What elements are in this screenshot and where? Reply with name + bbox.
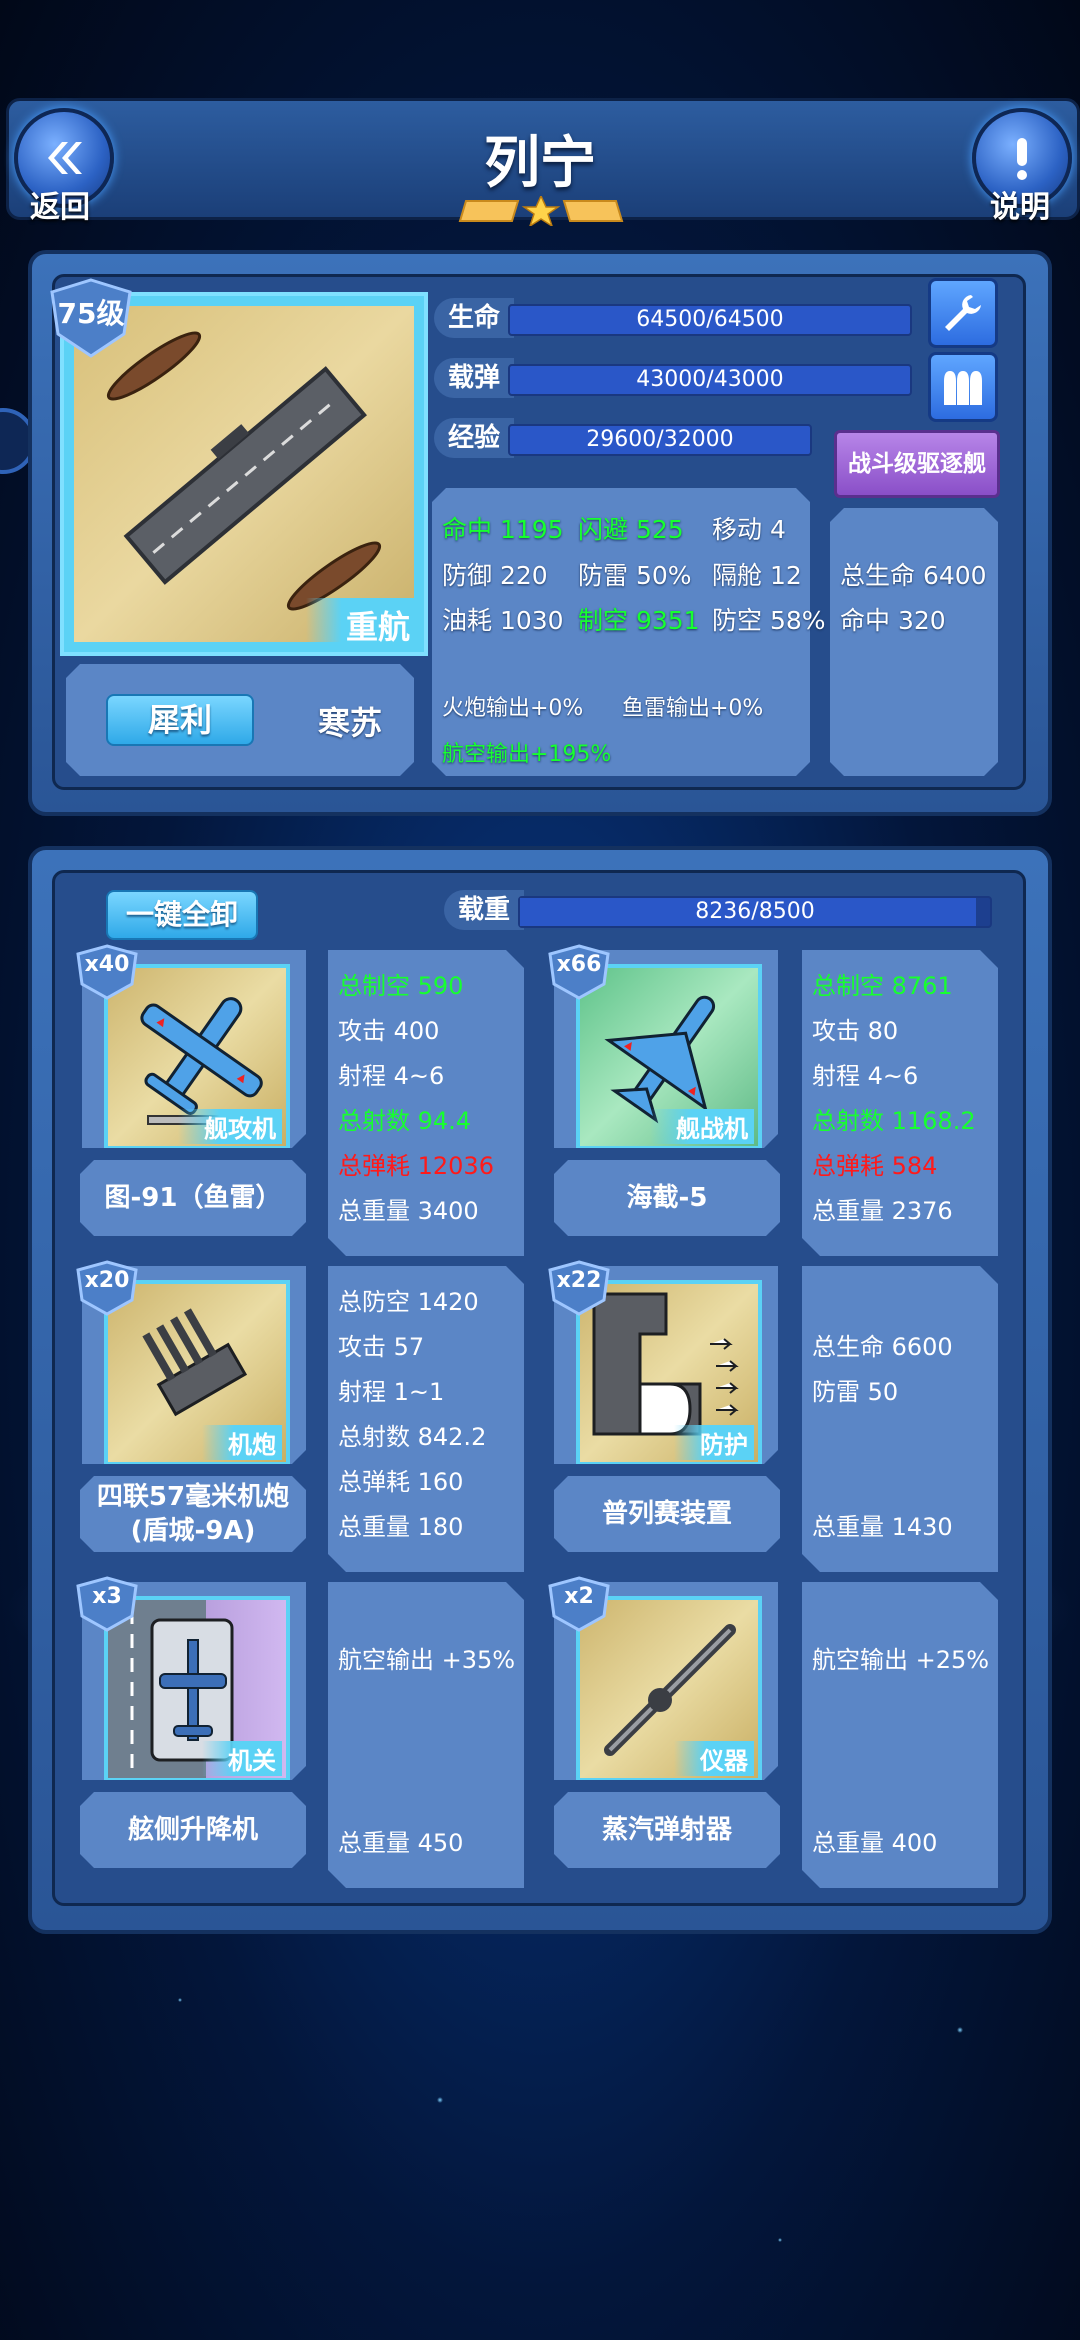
equip-1-name[interactable]: 图-91（鱼雷） <box>80 1160 306 1236</box>
name-option-active[interactable]: 犀利 <box>106 694 254 746</box>
equip-5-stat-2: 总重量 450 <box>338 1829 464 1857</box>
ship-type-tag: 重航 <box>305 598 424 652</box>
equip-2-stat-4: 总射数 1168.2 <box>812 1107 976 1135</box>
class-stat-accuracy: 命中 320 <box>840 606 946 635</box>
equip-2-stat-3: 射程 4~6 <box>812 1062 919 1090</box>
ammo-bar: 43000/43000 <box>508 364 912 396</box>
equip-6-count-badge: x2 <box>548 1576 610 1632</box>
hp-bar: 64500/64500 <box>508 304 912 336</box>
equip-3-stat-5: 总弹耗 160 <box>338 1468 464 1496</box>
equip-6-stat-2: 总重量 400 <box>812 1829 938 1857</box>
exp-row: 经验 29600/32000 <box>434 418 814 458</box>
attr-fuel: 油耗 1030 <box>442 606 564 635</box>
attr-air-control: 制空 9351 <box>578 606 700 635</box>
bonus-gun: 火炮输出+0% <box>442 696 584 721</box>
exp-bar: 29600/32000 <box>508 424 812 456</box>
equip-5-count-badge: x3 <box>76 1576 138 1632</box>
equip-3-count: x20 <box>84 1268 130 1293</box>
equip-2-stat-5: 总弹耗 584 <box>812 1152 938 1180</box>
equip-1-count-badge: x40 <box>76 944 138 1000</box>
equip-2-stat-6: 总重量 2376 <box>812 1197 953 1225</box>
equip-5-name[interactable]: 舷侧升降机 <box>80 1792 306 1868</box>
attr-anti-air: 防空 58% <box>712 606 826 635</box>
level-badge: 75级 <box>48 278 134 358</box>
load-value: 8236/8500 <box>695 899 815 924</box>
equip-3-tag: 机炮 <box>202 1425 282 1460</box>
ammo-icon <box>944 371 982 405</box>
equip-6-stat-1: 航空输出 +25% <box>812 1646 990 1674</box>
equip-4-stat-2: 防雷 50 <box>812 1378 899 1406</box>
equip-1-count: x40 <box>84 952 130 977</box>
class-button[interactable]: 战斗级驱逐舰 <box>834 430 1000 498</box>
equip-1-stat-5: 总弹耗 12036 <box>338 1152 494 1180</box>
load-bar: 8236/8500 <box>518 896 992 928</box>
equip-3-count-badge: x20 <box>76 1260 138 1316</box>
equip-2-tag: 舰战机 <box>650 1109 754 1144</box>
equip-3-stat-2: 攻击 57 <box>338 1333 425 1361</box>
level-text: 75级 <box>57 297 125 330</box>
page-title: 列宁 <box>484 131 596 196</box>
equip-5-stats: 航空输出 +35% 总重量 450 <box>328 1582 524 1888</box>
equip-5-count: x3 <box>92 1584 122 1609</box>
equip-1-stat-6: 总重量 3400 <box>338 1197 479 1225</box>
attr-evasion: 闪避 525 <box>578 515 684 544</box>
exp-label: 经验 <box>434 418 514 458</box>
unload-all-button[interactable]: 一键全卸 <box>106 890 258 940</box>
star-rating <box>458 196 624 226</box>
attr-accuracy: 命中 1195 <box>442 515 564 544</box>
equip-4-count-badge: x22 <box>548 1260 610 1316</box>
hp-row: 生命 64500/64500 <box>434 298 914 338</box>
equip-3-stat-1: 总防空 1420 <box>338 1288 479 1316</box>
equip-3-stat-6: 总重量 180 <box>338 1513 464 1541</box>
equip-2-name[interactable]: 海截-5 <box>554 1160 780 1236</box>
equip-4-count: x22 <box>556 1268 602 1293</box>
attr-bulkhead: 隔舱 12 <box>712 561 802 590</box>
load-label: 载重 <box>444 890 524 930</box>
load-row: 载重 8236/8500 <box>444 890 1004 930</box>
equip-3-stat-4: 总射数 842.2 <box>338 1423 487 1451</box>
equip-3-stat-3: 射程 1~1 <box>338 1378 445 1406</box>
equip-1-stat-4: 总射数 94.4 <box>338 1107 472 1135</box>
equip-1-stat-1: 总制空 590 <box>338 972 464 1000</box>
ammo-row: 载弹 43000/43000 <box>434 358 914 398</box>
repair-button[interactable] <box>928 278 998 348</box>
equip-6-stats: 航空输出 +25% 总重量 400 <box>802 1582 998 1888</box>
bonus-torpedo: 鱼雷输出+0% <box>622 696 764 721</box>
equip-5-stat-1: 航空输出 +35% <box>338 1646 516 1674</box>
star-icon <box>521 196 561 226</box>
equip-4-stat-1: 总生命 6600 <box>812 1333 953 1361</box>
equip-1-stat-2: 攻击 400 <box>338 1017 440 1045</box>
name-option-other[interactable]: 寒苏 <box>318 698 382 744</box>
ammo-label: 载弹 <box>434 358 514 398</box>
attr-defense: 防御 220 <box>442 561 548 590</box>
equip-3-stats: 总防空 1420 攻击 57 射程 1~1 总射数 842.2 总弹耗 160 … <box>328 1266 524 1572</box>
equip-4-tag: 防护 <box>674 1425 754 1460</box>
equip-4-stat-3: 总重量 1430 <box>812 1513 953 1541</box>
equip-6-name[interactable]: 蒸汽弹射器 <box>554 1792 780 1868</box>
attr-move: 移动 4 <box>712 515 786 544</box>
equip-4-name[interactable]: 普列赛装置 <box>554 1476 780 1552</box>
equip-3-name[interactable]: 四联57毫米机炮 (盾城-9A) <box>80 1476 306 1552</box>
equip-1-stats: 总制空 590 攻击 400 射程 4~6 总射数 94.4 总弹耗 12036… <box>328 950 524 1256</box>
equip-2-stat-1: 总制空 8761 <box>812 972 953 1000</box>
hp-label: 生命 <box>434 298 514 338</box>
class-stat-hp: 总生命 6400 <box>840 561 987 590</box>
wrench-icon <box>945 295 981 331</box>
attr-torpedo-def: 防雷 50% <box>578 561 692 590</box>
equip-3-name-line1: 四联57毫米机炮 <box>96 1482 290 1512</box>
equip-6-count: x2 <box>564 1584 594 1609</box>
equip-2-count: x66 <box>556 952 602 977</box>
equip-2-stat-2: 攻击 80 <box>812 1017 899 1045</box>
equip-5-tag: 机关 <box>202 1741 282 1776</box>
equip-4-stats: 总生命 6600 防雷 50 总重量 1430 <box>802 1266 998 1572</box>
equip-3-name-line2: (盾城-9A) <box>130 1516 256 1546</box>
ammo-reload-button[interactable] <box>928 352 998 422</box>
equip-6-tag: 仪器 <box>674 1741 754 1776</box>
equip-1-stat-3: 射程 4~6 <box>338 1062 445 1090</box>
equip-1-tag: 舰攻机 <box>178 1109 282 1144</box>
class-stats-box <box>830 508 998 776</box>
equip-2-count-badge: x66 <box>548 944 610 1000</box>
bonus-aviation: 航空输出+195% <box>442 742 612 767</box>
equip-2-stats: 总制空 8761 攻击 80 射程 4~6 总射数 1168.2 总弹耗 584… <box>802 950 998 1256</box>
